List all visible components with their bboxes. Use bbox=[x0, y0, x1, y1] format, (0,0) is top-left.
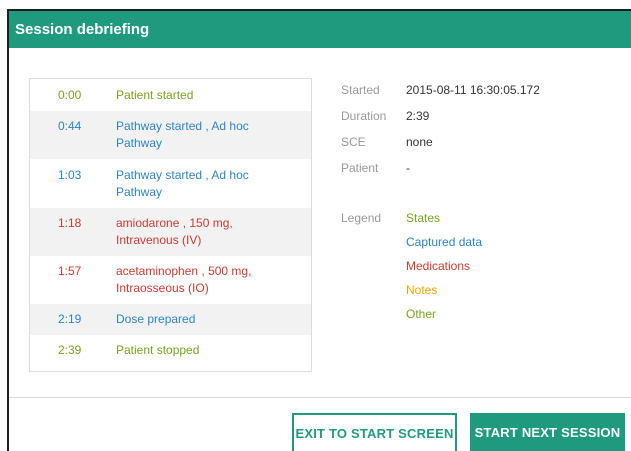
event-description: Dose prepared bbox=[116, 312, 196, 326]
session-info: Started 2015-08-11 16:30:05.172 Duration… bbox=[341, 82, 540, 186]
event-row: 0:44 Pathway started , Ad hoc Pathway bbox=[30, 111, 311, 159]
legend: Legend States Captured data Medications … bbox=[341, 210, 482, 330]
event-row: 2:19 Dose prepared bbox=[30, 304, 311, 335]
event-time: 0:00 bbox=[58, 88, 82, 102]
event-row: 1:03 Pathway started , Ad hoc Pathway bbox=[30, 159, 311, 208]
exit-to-start-screen-button[interactable]: EXIT TO START SCREEN bbox=[292, 413, 457, 451]
legend-item-states: States bbox=[406, 211, 441, 225]
start-next-session-button[interactable]: START NEXT SESSION bbox=[470, 413, 625, 451]
event-list: 0:00 Patient started 0:44 Pathway starte… bbox=[29, 78, 312, 372]
event-description: Patient stopped bbox=[116, 343, 200, 357]
info-value: - bbox=[406, 161, 410, 175]
event-time: 2:39 bbox=[58, 343, 82, 357]
legend-item-other: Other bbox=[406, 307, 437, 321]
info-row-patient: Patient - bbox=[341, 160, 540, 186]
dialog-title: Session debriefing bbox=[15, 21, 150, 38]
legend-item-medications: Medications bbox=[406, 259, 471, 273]
info-label: Duration bbox=[341, 109, 387, 123]
info-label: Patient bbox=[341, 161, 379, 175]
event-time: 1:18 bbox=[58, 216, 82, 230]
event-description: Pathway started , Ad hoc Pathway bbox=[116, 119, 249, 150]
info-label: Started bbox=[341, 83, 380, 97]
legend-list: States Captured data Medications Notes O… bbox=[406, 210, 482, 330]
event-row: 1:18 amiodarone , 150 mg, Intravenous (I… bbox=[30, 208, 311, 256]
event-time: 1:03 bbox=[58, 168, 82, 182]
info-row-duration: Duration 2:39 bbox=[341, 108, 540, 134]
info-value: none bbox=[406, 135, 433, 149]
info-row-started: Started 2015-08-11 16:30:05.172 bbox=[341, 82, 540, 108]
event-row: 0:00 Patient started bbox=[30, 79, 311, 111]
next-button-label: START NEXT SESSION bbox=[474, 424, 621, 440]
info-value: 2:39 bbox=[406, 109, 430, 123]
info-row-sce: SCE none bbox=[341, 134, 540, 160]
event-time: 1:57 bbox=[58, 264, 82, 278]
event-row: 1:57 acetaminophen , 500 mg, Intraosseou… bbox=[30, 256, 311, 304]
exit-button-label: EXIT TO START SCREEN bbox=[295, 425, 454, 441]
footer-divider bbox=[9, 397, 631, 398]
info-value: 2015-08-11 16:30:05.172 bbox=[406, 83, 540, 97]
legend-item-notes: Notes bbox=[406, 283, 438, 297]
event-description: amiodarone , 150 mg, Intravenous (IV) bbox=[116, 216, 233, 247]
event-description: Patient started bbox=[116, 88, 194, 102]
event-description: acetaminophen , 500 mg, Intraosseous (IO… bbox=[116, 264, 252, 295]
event-description: Pathway started , Ad hoc Pathway bbox=[116, 168, 249, 199]
event-time: 2:19 bbox=[58, 312, 82, 326]
event-row: 2:39 Patient stopped bbox=[30, 335, 311, 366]
dialog-header: Session debriefing bbox=[9, 11, 631, 48]
event-time: 0:44 bbox=[58, 119, 82, 133]
legend-label: Legend bbox=[341, 211, 382, 225]
info-label: SCE bbox=[341, 135, 366, 149]
legend-item-captured-data: Captured data bbox=[406, 235, 483, 249]
